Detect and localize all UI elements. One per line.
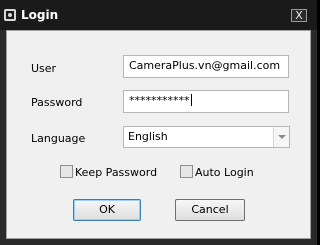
window-title: Login [21,8,59,22]
language-selected-value: English [128,130,168,143]
user-label: User [31,62,57,75]
keep-password-checkbox[interactable] [60,165,73,178]
dropdown-arrow-icon[interactable] [273,127,289,147]
password-input[interactable]: *********** [123,90,289,113]
auto-login-checkbox[interactable] [180,165,193,178]
login-window: Login X User CameraPlus.vn@gmail.com Pas… [0,0,317,245]
password-label: Password [31,96,83,109]
cancel-button[interactable]: Cancel [175,199,245,221]
close-button[interactable]: X [291,9,307,22]
language-label: Language [31,132,86,145]
user-input[interactable]: CameraPlus.vn@gmail.com [123,55,289,78]
app-icon [4,9,16,21]
title-bar[interactable]: Login X [0,0,317,30]
dialog-content: User CameraPlus.vn@gmail.com Password **… [6,30,311,239]
ok-button[interactable]: OK [73,199,141,221]
auto-login-label[interactable]: Auto Login [195,166,254,179]
language-select[interactable]: English [123,126,290,148]
keep-password-label[interactable]: Keep Password [75,166,157,179]
